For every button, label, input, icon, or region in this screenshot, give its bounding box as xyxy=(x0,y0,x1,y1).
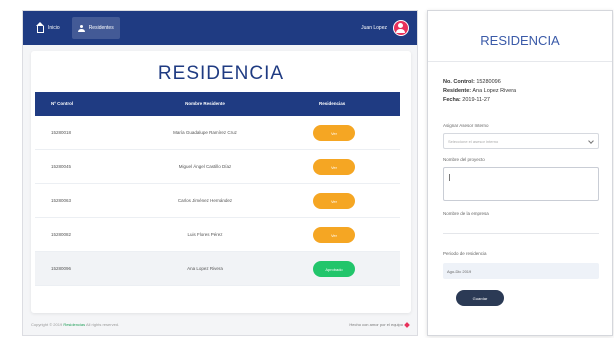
nav-item-residentes[interactable]: Residentes xyxy=(71,17,120,39)
user-name: Juan Lopez xyxy=(361,25,387,31)
periodo-value: Ago-Dic 2019 xyxy=(447,269,472,274)
table-row: 15280063 Carlos Jiménez Hernández Ver xyxy=(35,184,400,218)
view-residencia-button[interactable]: Ver xyxy=(313,125,355,141)
table-row: 15280096 Ana Lopez Rivera Aprobado xyxy=(35,252,400,286)
home-icon xyxy=(36,21,44,33)
info-residente: Residente: Ana Lopez Rivera xyxy=(443,88,516,94)
info-residente-label: Residente: xyxy=(443,88,472,94)
table-header: Nº Control Nombre Residente Residencias xyxy=(35,92,400,116)
page-title: RESIDENCIA xyxy=(157,63,285,84)
cell-control: 15280082 xyxy=(51,232,72,237)
residencia-panel: RESIDENCIA Nº Control Nombre Residente R… xyxy=(31,51,411,313)
info-control-value: 15280096 xyxy=(476,79,501,85)
user-menu[interactable]: Juan Lopez xyxy=(361,20,409,36)
info-fecha-value: 2019-11-27 xyxy=(462,97,490,103)
footer-copyright: Copyright © 2019 Residencias All rights … xyxy=(31,322,119,327)
save-button[interactable]: Guardar xyxy=(456,290,504,306)
table-row: 15280018 María Guadalupe Ramírez Cruz Ve… xyxy=(35,116,400,150)
app-window: Inicio Residentes Juan Lopez RESIDENCIA … xyxy=(22,10,418,336)
rights-text: All rights reserved. xyxy=(86,322,120,327)
nombre-proyecto-label: Nombre del proyecto xyxy=(443,157,485,162)
avatar[interactable] xyxy=(393,20,409,36)
footer-credit: Hecho con amor por el equipo xyxy=(349,321,410,328)
info-control: No. Control: 15280096 xyxy=(443,79,501,85)
approved-status-button[interactable]: Aprobado xyxy=(313,261,355,277)
made-with-text: Hecho con amor por el equipo xyxy=(349,322,403,327)
cell-name: María Guadalupe Ramírez Cruz xyxy=(173,130,237,135)
periodo-field[interactable]: Ago-Dic 2019 xyxy=(443,263,599,279)
cell-name: Miguel Ángel Castillo Díaz xyxy=(178,164,232,169)
nombre-empresa-field[interactable] xyxy=(443,233,599,234)
nav-item-inicio[interactable]: Inicio xyxy=(31,17,66,39)
view-residencia-button[interactable]: Ver xyxy=(313,227,355,243)
cell-control: 15280018 xyxy=(51,130,72,135)
cell-control: 15280045 xyxy=(51,164,72,169)
column-header-control: Nº Control xyxy=(51,101,74,106)
cell-control: 15280096 xyxy=(51,266,72,271)
form-title: RESIDENCIA xyxy=(480,33,560,48)
info-control-label: No. Control: xyxy=(443,79,475,85)
periodo-label: Periodo de residencia xyxy=(443,251,487,256)
copyright-text: Copyright © 2019 xyxy=(31,322,63,327)
nav-item-label: Residentes xyxy=(88,25,114,31)
user-icon xyxy=(77,24,85,32)
nav-item-label: Inicio xyxy=(48,25,60,31)
table-row: 15280045 Miguel Ángel Castillo Díaz Ver xyxy=(35,150,400,184)
footer-brand-link[interactable]: Residencias xyxy=(63,322,85,327)
info-fecha-label: Fecha: xyxy=(443,97,461,103)
text-caret xyxy=(449,174,450,181)
info-residente-value: Ana Lopez Rivera xyxy=(472,88,517,94)
divider xyxy=(428,61,612,62)
asesor-label: Asignar Asesor Interno xyxy=(443,123,489,128)
nombre-proyecto-textarea[interactable] xyxy=(443,167,599,201)
heart-icon xyxy=(404,321,410,328)
column-header-residencias: Residencias xyxy=(319,101,346,106)
info-fecha: Fecha: 2019-11-27 xyxy=(443,97,490,103)
asesor-select-value: Seleccione el asesor interno xyxy=(448,139,499,144)
cell-name: Carlos Jiménez Hernández xyxy=(177,198,233,203)
cell-name: Luis Flores Pérez xyxy=(187,232,223,237)
asesor-select[interactable]: Seleccione el asesor interno xyxy=(443,133,599,149)
top-navbar: Inicio Residentes Juan Lopez xyxy=(23,11,417,45)
residencia-form-window: RESIDENCIA No. Control: 15280096 Residen… xyxy=(427,10,613,336)
table-row: 15280082 Luis Flores Pérez Ver xyxy=(35,218,400,252)
chevron-down-icon xyxy=(588,138,594,144)
view-residencia-button[interactable]: Ver xyxy=(313,193,355,209)
cell-name: Ana Lopez Rivera xyxy=(187,266,223,271)
view-residencia-button[interactable]: Ver xyxy=(313,159,355,175)
column-header-nombre: Nombre Residente xyxy=(185,101,225,106)
cell-control: 15280063 xyxy=(51,198,72,203)
nombre-empresa-label: Nombre de la empresa xyxy=(443,211,489,216)
